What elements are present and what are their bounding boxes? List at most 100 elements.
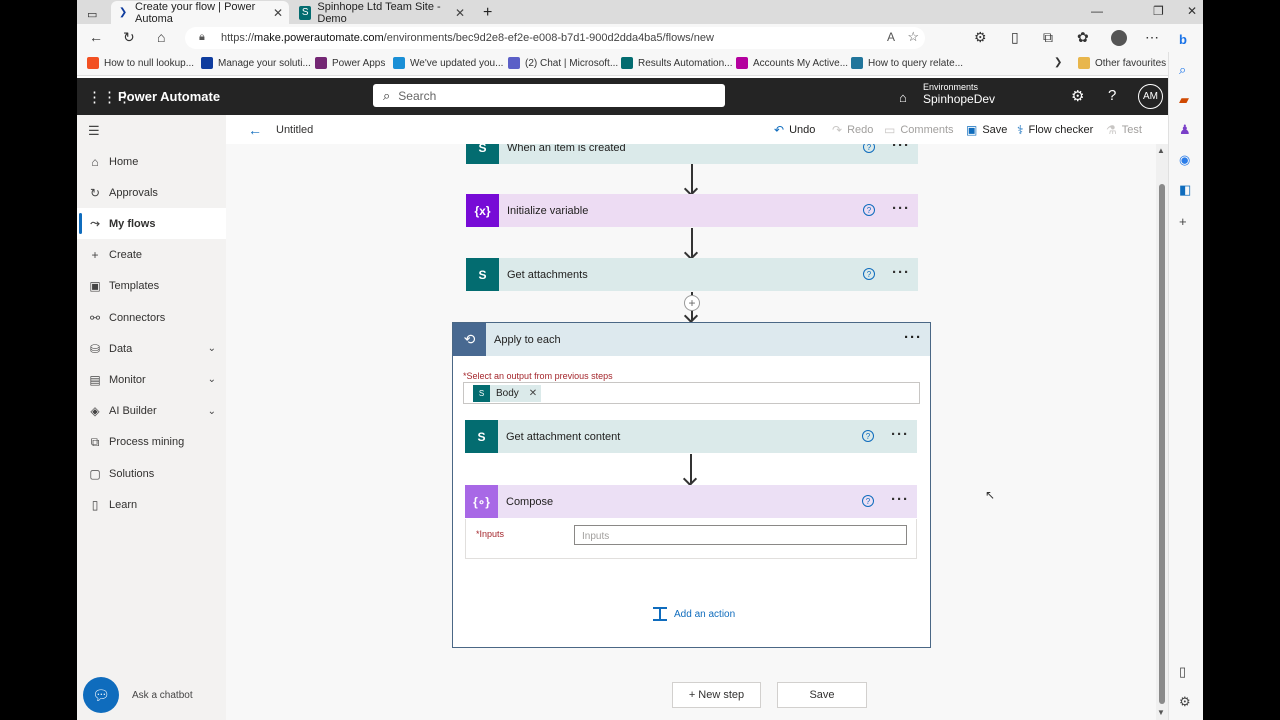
avatar[interactable]: AM [1138,84,1163,109]
more-options-icon[interactable]: ··· [891,491,909,508]
more-options-icon[interactable]: ··· [892,144,910,154]
hamburger-icon[interactable]: ☰ [88,123,100,139]
sidebar-item-create[interactable]: + Create [77,240,226,271]
other-favourites[interactable]: Other favourites [1078,57,1166,69]
tools-icon[interactable]: ♟ [1179,122,1191,138]
add-sidebar-icon[interactable]: + [1179,214,1187,229]
sidebar-item-process-mining[interactable]: ⧉ Process mining [77,427,226,458]
outlook-icon[interactable]: ◧ [1179,182,1191,198]
fav-item[interactable]: How to query relate... [851,57,963,69]
tab-actions-icon[interactable]: ▭ [81,3,103,26]
sidebar-item-connectors[interactable]: ⚯ Connectors [77,302,226,333]
help-icon[interactable]: ? [862,495,874,507]
help-icon[interactable]: ? [862,430,874,442]
chevron-down-icon[interactable]: ⌄ [208,406,216,417]
add-action-button[interactable]: Add an action [653,607,735,621]
inputs-field[interactable]: Inputs [574,525,907,545]
sidebar-item-monitor[interactable]: ▤ Monitor ⌄ [77,364,226,395]
back-arrow-icon[interactable]: ← [248,122,262,138]
environment-picker[interactable]: ⌂ Environments SpinhopeDev [899,82,995,106]
save-flow-button[interactable]: Save [777,682,867,708]
settings-gear-icon[interactable]: ⚙ [1071,87,1084,105]
sidebar-toggle-icon[interactable]: ▯ [1179,664,1186,680]
split-screen-icon[interactable]: ▯ [1011,29,1019,46]
more-icon[interactable]: ⋯ [1145,29,1159,46]
flow-checker-button[interactable]: ⚕ Flow checker [1017,123,1093,137]
sidebar-item-ai-builder[interactable]: ◈ AI Builder ⌄ [77,396,226,427]
fav-item[interactable]: Results Automation... [621,57,733,69]
fav-item[interactable]: How to null lookup... [87,57,194,69]
refresh-icon[interactable]: ↻ [123,29,135,46]
insert-step-plus-icon[interactable]: + [684,295,700,311]
chevron-down-icon[interactable]: ⌄ [208,343,216,354]
favorite-star-icon[interactable]: ☆ [907,29,919,45]
collections-icon[interactable]: ⧉ [1043,29,1053,46]
office-icon[interactable]: ◉ [1179,152,1190,168]
test-button[interactable]: ⚗ Test [1106,123,1142,137]
sidebar-item-solutions[interactable]: ▢ Solutions [77,458,226,489]
more-options-icon[interactable]: ··· [892,264,910,281]
save-button[interactable]: ▣ Save [966,123,1007,137]
read-aloud-icon[interactable]: A [887,30,895,44]
get-attachments-card[interactable]: S Get attachments ? ··· [466,258,918,291]
sidebar-item-my-flows[interactable]: ⤳ My flows [77,208,226,240]
new-step-button[interactable]: + New step [672,682,761,708]
more-options-icon[interactable]: ··· [904,329,922,346]
redo-button[interactable]: ↷ Redo [832,123,873,137]
sidebar-item-approvals[interactable]: ↻ Approvals [77,177,226,208]
fav-item[interactable]: Accounts My Active... [736,57,848,69]
back-icon[interactable]: ← [89,29,103,45]
scroll-up-icon[interactable]: ▲ [1157,146,1165,155]
fav-item[interactable]: (2) Chat | Microsoft... [508,57,618,69]
profile-icon[interactable] [1111,30,1127,46]
close-tab-icon[interactable]: ✕ [273,6,283,20]
fav-item[interactable]: Manage your soluti... [201,57,311,69]
sidebar-item-learn[interactable]: ▯ Learn [77,489,226,520]
home-icon[interactable]: ⌂ [157,29,165,45]
undo-button[interactable]: ↶ Undo [774,123,815,137]
chevron-down-icon[interactable]: ⌄ [208,374,216,385]
bing-icon[interactable]: b [1179,32,1187,47]
remove-token-icon[interactable]: ✕ [529,388,537,399]
sidebar-item-data[interactable]: ⛁ Data ⌄ [77,333,226,364]
comments-button[interactable]: ▭ Comments [884,123,954,137]
shopping-icon[interactable]: ▰ [1179,92,1189,108]
compose-card[interactable]: {∘} Compose ? ··· [465,485,917,518]
help-icon[interactable]: ? [1108,87,1116,104]
add-action-icon [653,607,667,621]
apply-to-each-card[interactable]: ⟲ Apply to each ··· *Select an output fr… [452,322,931,648]
compose-inputs-row: *Inputs Inputs [465,519,917,559]
scroll-down-icon[interactable]: ▼ [1157,708,1165,717]
search-input[interactable]: ⌕ Search [373,84,725,107]
maximize-icon[interactable]: ❐ [1153,4,1164,18]
vertical-scrollbar[interactable]: ▲ ▼ [1156,144,1168,720]
get-attachment-content-card[interactable]: S Get attachment content ? ··· [465,420,917,453]
trigger-card[interactable]: S When an item is created ? ··· [466,144,918,164]
fav-more-icon[interactable]: ❯ [1054,57,1062,68]
close-tab-icon[interactable]: ✕ [455,6,465,20]
sidebar-item-home[interactable]: ⌂ Home [77,146,226,177]
select-output-input[interactable]: S Body ✕ [463,382,920,404]
new-tab-button[interactable]: + [477,1,498,24]
close-window-icon[interactable]: ✕ [1187,4,1197,18]
sidebar-item-templates[interactable]: ▣ Templates [77,271,226,302]
more-options-icon[interactable]: ··· [891,426,909,443]
tab-create-flow[interactable]: ❯ Create your flow | Power Automa ✕ [111,1,289,25]
chatbot-button[interactable]: 💬︎ [83,677,119,713]
tab-team-site[interactable]: S Spinhope Ltd Team Site - Demo ✕ [293,1,471,25]
sidebar-settings-icon[interactable]: ⚙ [1179,694,1191,710]
initialize-variable-card[interactable]: {x} Initialize variable ? ··· [466,194,918,227]
help-icon[interactable]: ? [863,268,875,280]
minimize-icon[interactable]: — [1091,4,1103,18]
search-icon[interactable]: ⌕ [1179,62,1186,78]
body-token[interactable]: S Body ✕ [473,385,542,402]
flow-name[interactable]: Untitled [276,124,313,136]
extension-icon[interactable]: ✿ [1077,29,1089,46]
url-field[interactable]: 🔒︎ https://make.powerautomate.com/enviro… [185,27,925,49]
fav-item[interactable]: Power Apps [315,57,385,69]
extensions-icon[interactable]: ⚙ [974,29,987,46]
help-icon[interactable]: ? [863,204,875,216]
fav-item[interactable]: We've updated you... [393,57,503,69]
scroll-thumb[interactable] [1159,184,1165,704]
more-options-icon[interactable]: ··· [892,200,910,217]
